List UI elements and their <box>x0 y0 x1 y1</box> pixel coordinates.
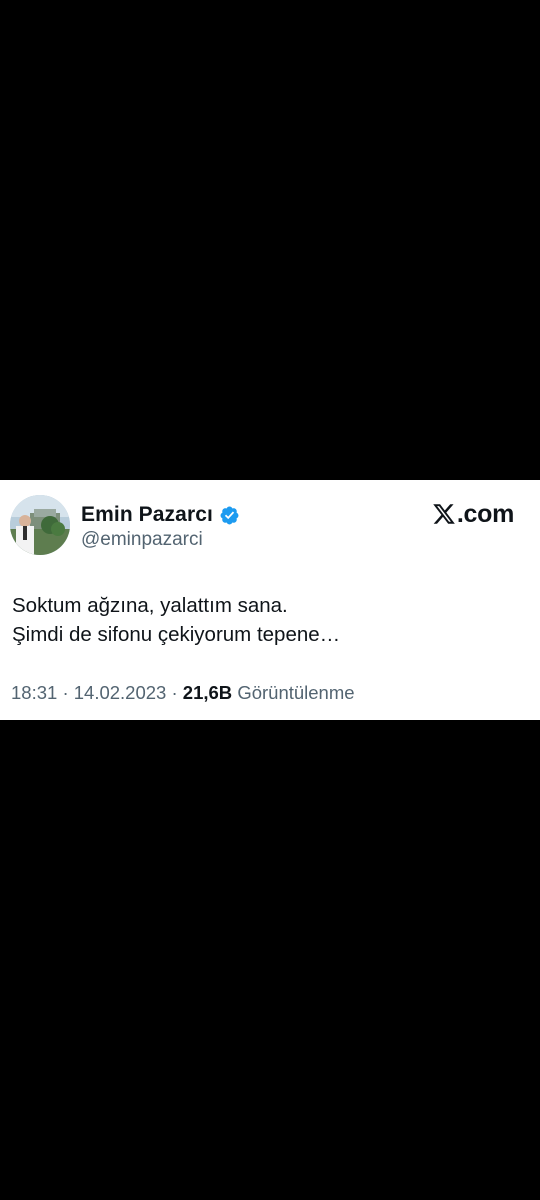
meta-separator: · <box>171 682 178 703</box>
brand-domain-text: .com <box>456 499 514 528</box>
author-handle[interactable]: @eminpazarci <box>81 529 203 551</box>
verified-badge-icon <box>219 505 240 526</box>
tweet-text-line: Şimdi de sifonu çekiyorum tepene… <box>12 623 341 646</box>
tweet-text: Soktum ağzına, yalattım sana. Şimdi de s… <box>12 591 512 649</box>
views-count[interactable]: 21,6B <box>183 682 232 703</box>
author-display-name[interactable]: Emin Pazarcı <box>81 503 213 527</box>
avatar-photo <box>10 495 70 555</box>
tweet-card[interactable]: Emin Pazarcı @eminpazarci .com Soktum ağ… <box>0 480 540 720</box>
meta-separator: · <box>62 682 69 703</box>
bottom-black-area <box>0 720 540 1200</box>
views-label: Görüntülenme <box>237 682 355 703</box>
avatar[interactable] <box>10 495 70 555</box>
tweet-meta: 18:31 · 14.02.2023 · 21,6B Görüntülenme <box>11 682 355 704</box>
tweet-text-line: Soktum ağzına, yalattım sana. <box>12 594 288 617</box>
x-com-brand: .com <box>432 499 514 529</box>
author-name-row[interactable]: Emin Pazarcı <box>81 502 240 528</box>
x-logo-icon <box>432 502 456 526</box>
tweet-date[interactable]: 14.02.2023 <box>74 682 167 703</box>
tweet-time[interactable]: 18:31 <box>11 682 57 703</box>
top-black-area <box>0 0 540 480</box>
